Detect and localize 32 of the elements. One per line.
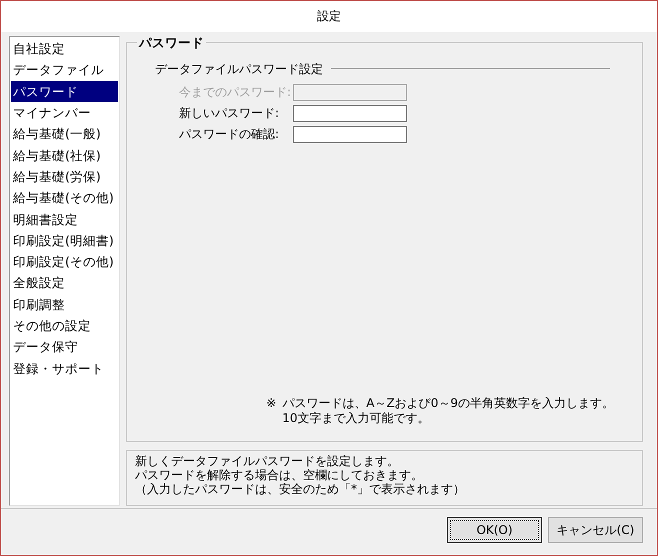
note-mark: ※ (266, 396, 276, 412)
field-label: 今までのパスワード: (179, 85, 292, 100)
password-field[interactable] (293, 126, 407, 144)
password-field[interactable] (293, 105, 407, 122)
description-text: 新しくデータファイルパスワードを設定します。 (135, 455, 400, 469)
sidebar-item[interactable]: パスワード (11, 80, 118, 102)
sidebar-item[interactable]: データファイル (11, 59, 118, 81)
sidebar-item[interactable]: 給与基礎(その他) (11, 187, 118, 208)
sidebar-item[interactable]: その他の設定 (11, 314, 118, 336)
sidebar-item[interactable]: 明細書設定 (11, 208, 118, 230)
sidebar-item[interactable]: 給与基礎(労保) (11, 166, 118, 188)
window-title: 設定 (317, 9, 341, 24)
sidebar-item[interactable]: 印刷調整 (11, 294, 118, 315)
sidebar-item[interactable]: 給与基礎(一般) (11, 123, 118, 144)
note-text: パスワードは、A～Zおよび0～9の半角英数字を入力します。 (282, 396, 614, 411)
sidebar-item[interactable]: 登録・サポート (11, 357, 118, 379)
sidebar-item[interactable]: マイナンバー (11, 102, 118, 124)
description-text: （入力したパスワードは、安全のため「*」で表示されます） (135, 482, 466, 496)
subsection-title: データファイルパスワード設定 (155, 62, 323, 76)
sidebar-item[interactable]: 給与基礎(社保) (11, 144, 118, 166)
description-text: パスワードを解除する場合は、空欄にしておきます。 (135, 468, 424, 483)
note-text: 10文字まで入力可能です。 (282, 410, 431, 425)
field-label: 新しいパスワード: (179, 106, 280, 121)
cancel-button[interactable]: キャンセル(C) (548, 517, 643, 543)
sidebar-item[interactable]: データ保守 (11, 336, 118, 358)
group-title: パスワード (138, 36, 205, 50)
field-label: パスワードの確認: (179, 127, 280, 142)
ok-button[interactable]: OK(O) (447, 517, 542, 543)
sidebar-item[interactable]: 全般設定 (11, 272, 118, 294)
sidebar-item[interactable]: 自社設定 (11, 38, 118, 60)
sidebar-item[interactable]: 印刷設定(その他) (11, 250, 118, 272)
sidebar-item[interactable]: 印刷設定(明細書) (11, 230, 118, 251)
